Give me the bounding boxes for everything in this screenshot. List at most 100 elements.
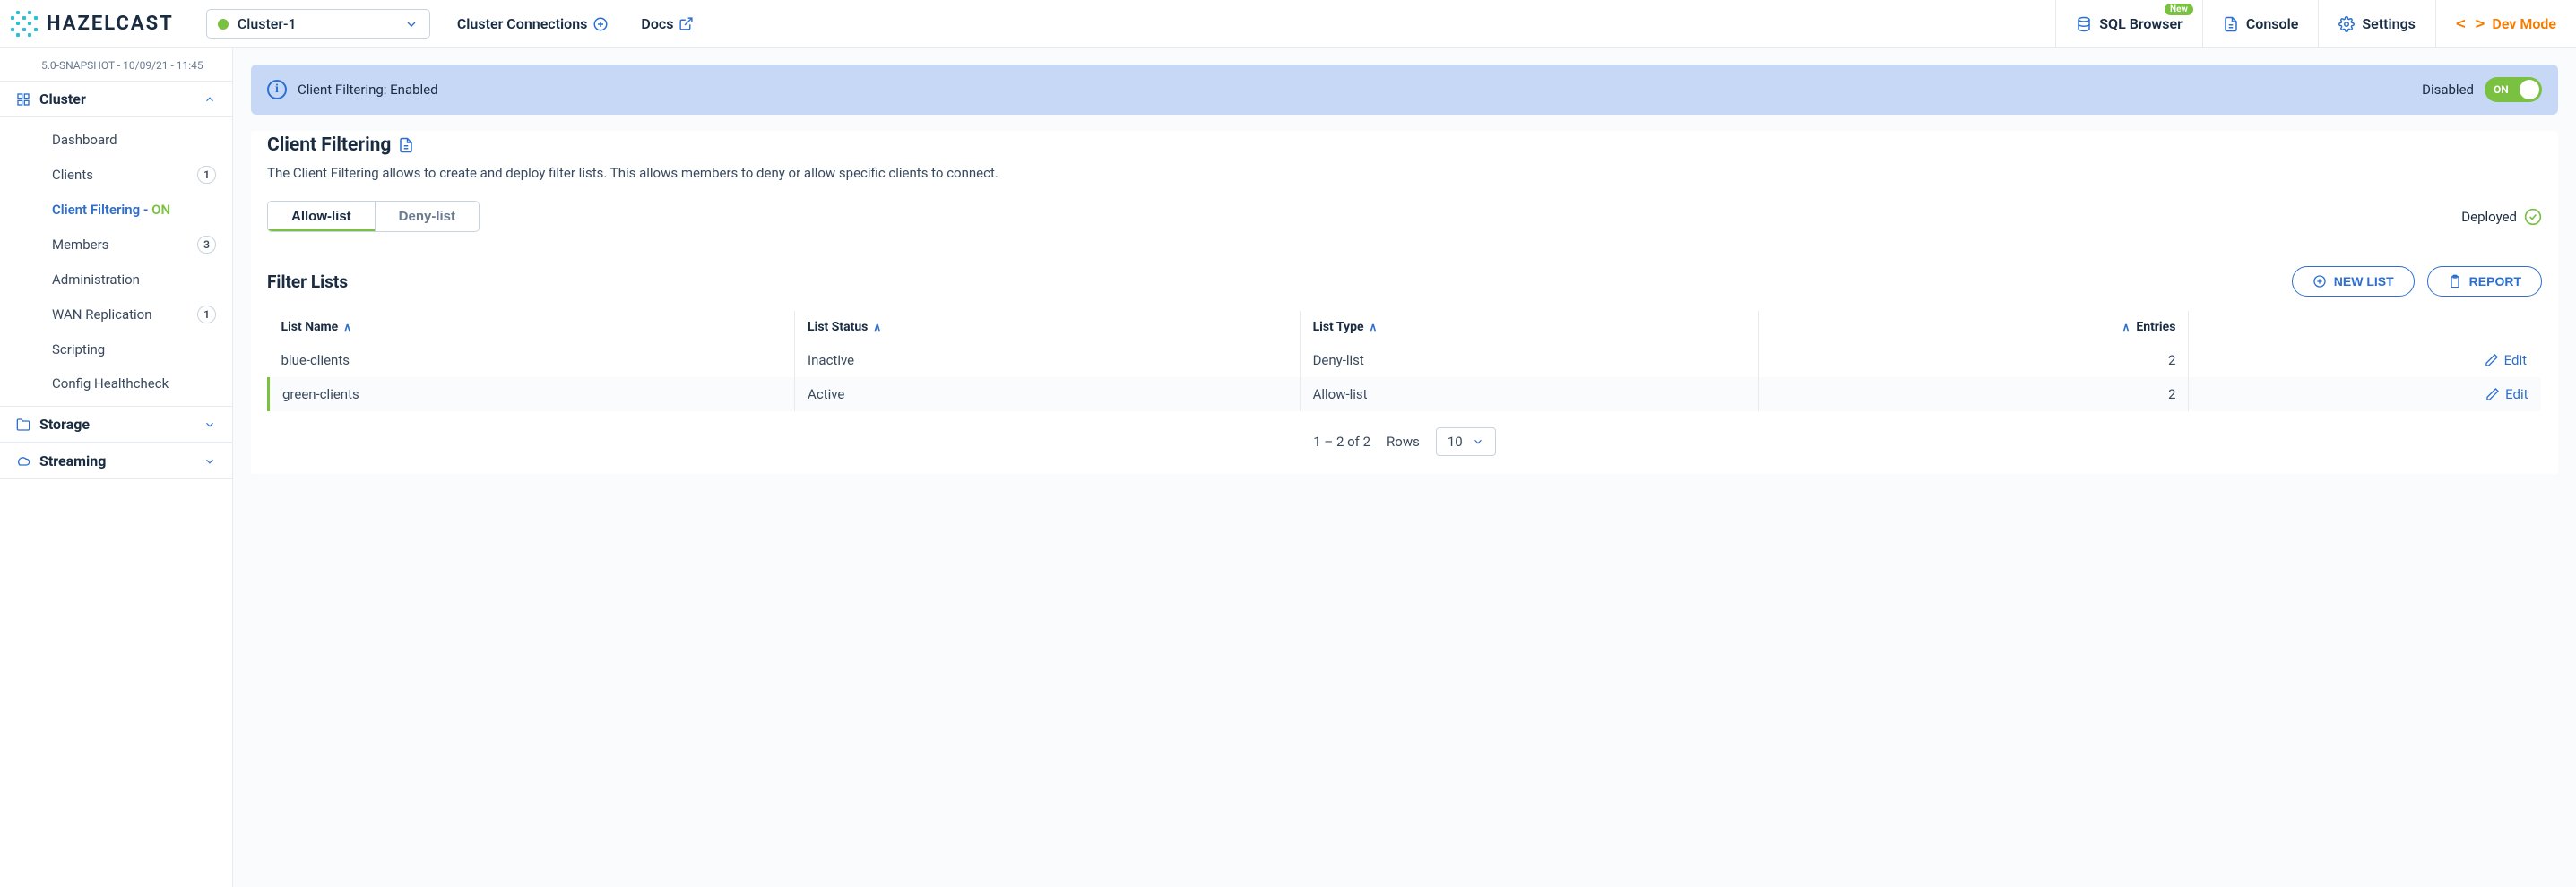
sidebar-item-label: WAN Replication — [52, 306, 152, 323]
logo-icon — [11, 11, 38, 38]
sidebar-item-client-filtering[interactable]: Client Filtering - ON — [0, 193, 232, 227]
sidebar-item-scripting[interactable]: Scripting — [0, 332, 232, 366]
sidebar-section-streaming[interactable]: Streaming — [0, 443, 232, 479]
edit-button[interactable]: Edit — [2201, 352, 2527, 368]
col-list-type[interactable]: List Type∧ — [1300, 311, 1758, 343]
cell-list-name: blue-clients — [269, 343, 795, 377]
sidebar-item-clients[interactable]: Clients 1 — [0, 157, 232, 193]
col-list-name[interactable]: List Name∧ — [269, 311, 795, 343]
sidebar-section-storage[interactable]: Storage — [0, 406, 232, 443]
tab-allow-list[interactable]: Allow-list — [268, 202, 375, 231]
section-label: Cluster — [39, 90, 86, 108]
button-label: Dev Mode — [2492, 15, 2556, 32]
tab-deny-list[interactable]: Deny-list — [375, 202, 479, 231]
edit-button[interactable]: Edit — [2201, 386, 2528, 402]
code-icon: < > — [2456, 14, 2485, 33]
console-button[interactable]: Console — [2202, 0, 2319, 47]
count-badge: 3 — [197, 236, 216, 254]
sidebar-item-on-suffix: ON — [151, 202, 170, 218]
build-info: 5.0-SNAPSHOT - 10/09/21 - 11:45 — [0, 48, 232, 81]
cluster-select[interactable]: Cluster-1 — [206, 9, 430, 39]
toggle-knob-icon — [2520, 80, 2539, 99]
nav-cluster-connections[interactable]: Cluster Connections — [457, 15, 609, 32]
sort-asc-icon: ∧ — [2122, 321, 2131, 333]
new-list-button[interactable]: NEW LIST — [2292, 266, 2415, 297]
dev-mode-button[interactable]: < > Dev Mode — [2435, 0, 2576, 47]
cell-list-status: Active — [795, 377, 1301, 411]
cluster-name: Cluster-1 — [238, 15, 395, 32]
page-title: Client Filtering — [267, 134, 391, 156]
deployed-status: Deployed — [2461, 208, 2542, 226]
sidebar-item-dashboard[interactable]: Dashboard — [0, 123, 232, 157]
settings-button[interactable]: Settings — [2318, 0, 2435, 47]
rows-value: 10 — [1448, 434, 1463, 450]
chevron-down-icon — [203, 418, 216, 431]
plus-circle-icon — [592, 16, 609, 32]
disabled-label: Disabled — [2422, 82, 2474, 98]
chevron-down-icon — [404, 17, 419, 31]
button-label: REPORT — [2469, 274, 2521, 288]
sidebar-item-label: Dashboard — [52, 132, 117, 148]
new-badge: New — [2165, 4, 2193, 15]
sidebar-item-label: Scripting — [52, 341, 105, 357]
edit-label: Edit — [2505, 386, 2528, 402]
cell-entries: 2 — [1758, 377, 2189, 411]
deployed-label: Deployed — [2461, 209, 2517, 225]
button-label: Settings — [2362, 15, 2416, 32]
sidebar-item-administration[interactable]: Administration — [0, 263, 232, 297]
table-row[interactable]: blue-clients Inactive Deny-list 2 Edit — [269, 343, 2541, 377]
pager-range: 1 – 2 of 2 — [1313, 434, 1370, 450]
sidebar-item-label: Clients — [52, 167, 93, 183]
sidebar-item-label: Members — [52, 237, 108, 253]
nav-docs[interactable]: Docs — [641, 15, 694, 32]
col-list-status[interactable]: List Status∧ — [795, 311, 1301, 343]
sidebar-section-cluster[interactable]: Cluster — [0, 81, 232, 117]
filtering-toggle[interactable]: ON — [2485, 77, 2542, 102]
sql-browser-button[interactable]: New SQL Browser — [2055, 0, 2202, 47]
sidebar-item-members[interactable]: Members 3 — [0, 227, 232, 263]
button-label: Console — [2246, 15, 2299, 32]
document-icon — [2223, 16, 2239, 32]
count-badge: 1 — [197, 166, 216, 184]
status-banner: i Client Filtering: Enabled Disabled ON — [251, 65, 2558, 115]
table-row[interactable]: green-clients Active Allow-list 2 Edit — [269, 377, 2541, 411]
sidebar-item-config-healthcheck[interactable]: Config Healthcheck — [0, 366, 232, 400]
sort-asc-icon: ∧ — [873, 321, 881, 333]
cell-list-type: Allow-list — [1300, 377, 1758, 411]
chevron-up-icon — [203, 93, 216, 106]
pagination: 1 – 2 of 2 Rows 10 — [267, 427, 2542, 456]
cell-entries: 2 — [1758, 343, 2189, 377]
header-right: New SQL Browser Console Settings < > Dev… — [2055, 0, 2576, 47]
chevron-down-icon — [1472, 435, 1484, 448]
edit-label: Edit — [2504, 352, 2527, 368]
section-label: Storage — [39, 416, 90, 433]
sort-asc-icon: ∧ — [343, 321, 351, 333]
database-icon — [2076, 16, 2092, 32]
sidebar-item-wan-replication[interactable]: WAN Replication 1 — [0, 297, 232, 332]
doc-help-icon[interactable] — [398, 137, 414, 153]
rows-per-page-select[interactable]: 10 — [1436, 427, 1496, 456]
list-type-segment: Allow-list Deny-list — [267, 201, 480, 232]
sort-asc-icon: ∧ — [1370, 321, 1378, 333]
folder-icon — [16, 418, 30, 432]
status-text: Client Filtering: Enabled — [298, 82, 438, 98]
logo-text: HAZELCAST — [47, 13, 174, 35]
plus-circle-icon — [2312, 274, 2327, 288]
info-icon: i — [267, 80, 287, 99]
pencil-icon — [2485, 387, 2500, 401]
report-button[interactable]: REPORT — [2427, 266, 2542, 297]
filter-lists-title: Filter Lists — [267, 271, 348, 292]
nav-label: Cluster Connections — [457, 15, 588, 32]
logo[interactable]: HAZELCAST — [0, 11, 188, 38]
button-label: SQL Browser — [2099, 15, 2183, 32]
col-entries[interactable]: ∧ Entries — [1758, 311, 2189, 343]
col-actions — [2189, 311, 2541, 343]
nav-label: Docs — [641, 15, 673, 32]
chevron-down-icon — [203, 455, 216, 468]
cell-list-status: Inactive — [795, 343, 1301, 377]
sidebar-item-label: Config Healthcheck — [52, 375, 169, 392]
gear-icon — [2338, 16, 2355, 32]
toggle-on-label: ON — [2494, 83, 2509, 96]
grid-icon — [16, 92, 30, 107]
sidebar-items-cluster: Dashboard Clients 1 Client Filtering - O… — [0, 117, 232, 406]
